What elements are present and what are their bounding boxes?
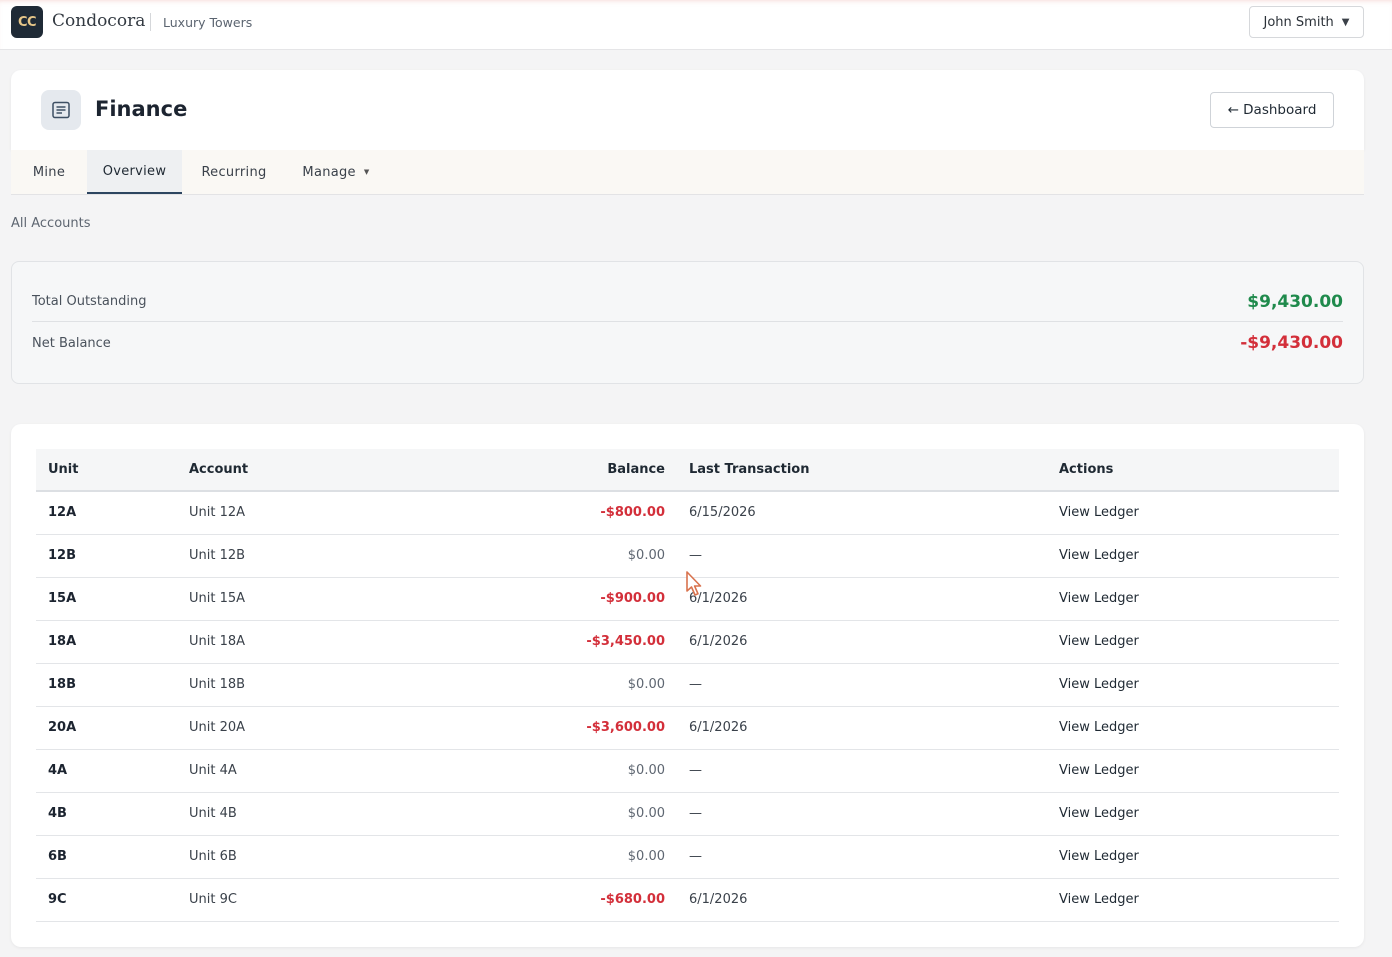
unit-cell: 9C xyxy=(48,892,67,907)
accounts-table-card: Unit Account Balance Last Transaction Ac… xyxy=(11,424,1364,947)
summary-card: Total Outstanding $9,430.00 Net Balance … xyxy=(11,261,1364,384)
last-transaction-cell: — xyxy=(689,806,702,821)
tab-overview[interactable]: Overview xyxy=(87,150,182,194)
tab-manage[interactable]: Manage ▼ xyxy=(286,150,386,194)
table-row: 9C Unit 9C -$680.00 6/1/2026 View Ledger xyxy=(36,878,1339,921)
account-cell: Unit 18B xyxy=(189,677,246,692)
view-ledger-link[interactable]: View Ledger xyxy=(1047,749,1339,792)
balance-cell: $0.00 xyxy=(627,849,665,864)
table-row: 4B Unit 4B $0.00 — View Ledger xyxy=(36,792,1339,835)
total-outstanding-value: $9,430.00 xyxy=(1247,291,1343,312)
balance-cell: -$3,450.00 xyxy=(586,634,665,649)
account-cell: Unit 4B xyxy=(189,806,237,821)
column-header-actions: Actions xyxy=(1059,462,1114,477)
last-transaction-cell: 6/1/2026 xyxy=(689,634,748,649)
account-cell: Unit 12A xyxy=(189,505,246,521)
view-ledger-link[interactable]: View Ledger xyxy=(1047,663,1339,706)
balance-cell: -$900.00 xyxy=(600,591,665,606)
dashboard-button[interactable]: ← Dashboard xyxy=(1210,92,1334,128)
chevron-down-icon: ▼ xyxy=(1341,16,1350,28)
total-outstanding-row: Total Outstanding $9,430.00 xyxy=(32,282,1343,322)
document-list-icon xyxy=(41,90,81,130)
net-balance-value: -$9,430.00 xyxy=(1240,333,1343,353)
unit-cell: 6B xyxy=(48,849,67,864)
view-ledger-link[interactable]: View Ledger xyxy=(1047,534,1339,577)
view-ledger-link[interactable]: View Ledger xyxy=(1047,835,1339,878)
last-transaction-cell: 6/1/2026 xyxy=(689,892,748,907)
last-transaction-cell: — xyxy=(689,677,702,692)
last-transaction-cell: 6/1/2026 xyxy=(689,591,748,606)
user-name: John Smith xyxy=(1263,14,1334,30)
account-cell: Unit 15A xyxy=(189,591,246,606)
last-transaction-cell: 6/1/2026 xyxy=(689,720,748,735)
unit-cell: 15A xyxy=(48,591,77,606)
table-row: 6B Unit 6B $0.00 — View Ledger xyxy=(36,835,1339,878)
last-transaction-cell: — xyxy=(689,548,702,563)
balance-cell: -$680.00 xyxy=(600,892,665,907)
net-balance-row: Net Balance -$9,430.00 xyxy=(32,323,1343,363)
account-cell: Unit 20A xyxy=(189,720,246,735)
balance-cell: -$800.00 xyxy=(600,505,665,521)
table-row: 18A Unit 18A -$3,450.00 6/1/2026 View Ledger xyxy=(36,620,1339,663)
last-transaction-cell: — xyxy=(689,849,702,864)
table-row: 20A Unit 20A -$3,600.00 6/1/2026 View Ledger xyxy=(36,706,1339,749)
tab-mine[interactable]: Mine xyxy=(11,150,87,194)
balance-cell: $0.00 xyxy=(627,548,665,563)
page-header: Finance ← Dashboard xyxy=(11,70,1364,150)
view-ledger-link[interactable]: View Ledger xyxy=(1047,792,1339,835)
unit-cell: 18A xyxy=(48,634,77,649)
user-menu-button[interactable]: John Smith ▼ xyxy=(1249,6,1364,38)
chevron-down-icon: ▼ xyxy=(363,168,370,176)
account-cell: Unit 12B xyxy=(189,548,246,563)
view-ledger-link[interactable]: View Ledger xyxy=(1047,706,1339,749)
top-bar: CC Condocora Luxury Towers John Smith ▼ xyxy=(0,0,1392,50)
mouse-cursor-icon xyxy=(686,571,702,596)
view-ledger-link[interactable]: View Ledger xyxy=(1047,577,1339,620)
last-transaction-cell: — xyxy=(689,763,702,778)
unit-cell: 18B xyxy=(48,677,76,692)
account-cell: Unit 6B xyxy=(189,849,237,864)
column-header-account[interactable]: Account xyxy=(177,449,427,491)
tab-label: Recurring xyxy=(201,164,267,180)
table-row: 4A Unit 4A $0.00 — View Ledger xyxy=(36,749,1339,792)
last-transaction-cell: 6/15/2026 xyxy=(689,505,756,521)
brand-name[interactable]: Condocora xyxy=(52,11,145,31)
view-ledger-link[interactable]: View Ledger xyxy=(1047,878,1339,921)
table-row: 18B Unit 18B $0.00 — View Ledger xyxy=(36,663,1339,706)
total-outstanding-label: Total Outstanding xyxy=(32,294,147,309)
column-header-last-transaction[interactable]: Last Transaction xyxy=(677,449,1047,491)
property-name: Luxury Towers xyxy=(163,15,253,30)
account-cell: Unit 9C xyxy=(189,892,237,907)
brand-divider xyxy=(150,13,151,31)
accounts-table: Unit Account Balance Last Transaction Ac… xyxy=(36,449,1339,922)
view-ledger-link[interactable]: View Ledger xyxy=(1047,620,1339,663)
column-header-balance[interactable]: Balance xyxy=(427,449,677,491)
unit-cell: 20A xyxy=(48,720,77,735)
balance-cell: $0.00 xyxy=(627,806,665,821)
unit-cell: 12B xyxy=(48,548,76,563)
view-ledger-link[interactable]: View Ledger xyxy=(1047,491,1339,534)
balance-cell: $0.00 xyxy=(627,763,665,778)
table-row: 12A Unit 12A -$800.00 6/15/2026 View Ledger xyxy=(36,491,1339,534)
net-balance-label: Net Balance xyxy=(32,335,111,351)
column-header-unit[interactable]: Unit xyxy=(36,449,177,491)
logo-icon[interactable]: CC xyxy=(11,6,43,38)
unit-cell: 4B xyxy=(48,806,67,821)
tab-label: Mine xyxy=(32,164,66,180)
balance-cell: -$3,600.00 xyxy=(586,720,665,735)
account-cell: Unit 4A xyxy=(189,763,237,778)
tab-bar: Mine Overview Recurring Manage ▼ xyxy=(11,150,1364,195)
tab-recurring[interactable]: Recurring xyxy=(182,150,286,194)
page-title: Finance xyxy=(95,97,188,121)
tab-label: Manage xyxy=(302,164,356,180)
unit-cell: 4A xyxy=(48,763,68,778)
section-label: All Accounts xyxy=(11,216,91,231)
table-header-row: Unit Account Balance Last Transaction Ac… xyxy=(36,449,1339,491)
balance-cell: $0.00 xyxy=(627,677,665,692)
account-cell: Unit 18A xyxy=(189,634,246,649)
unit-cell: 12A xyxy=(48,505,77,521)
tab-label: Overview xyxy=(102,163,167,179)
